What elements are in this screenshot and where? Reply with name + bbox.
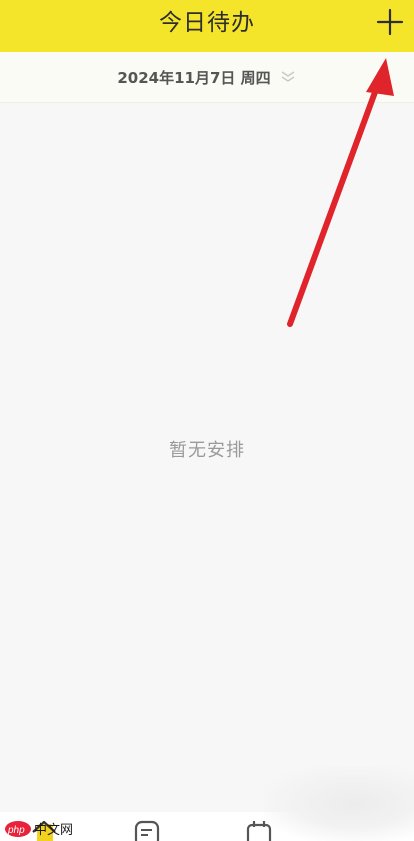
annotation-arrow xyxy=(287,58,394,327)
date-label: 2024年11月7日 周四 xyxy=(117,68,271,87)
site-watermark-logo: php 中文网 xyxy=(5,821,73,838)
date-selector[interactable]: 2024年11月7日 周四 xyxy=(0,52,414,102)
svg-text:中文网: 中文网 xyxy=(34,823,73,838)
double-chevron-down-icon xyxy=(281,71,295,82)
add-task-button[interactable] xyxy=(372,4,408,40)
svg-text:php: php xyxy=(7,825,25,836)
notes-icon[interactable] xyxy=(132,818,164,841)
empty-state-message: 暂无安排 xyxy=(169,440,245,461)
date-bar: 2024年11月7日 周四 xyxy=(0,52,414,103)
app-screen: 今日待办 2024年11月7日 周四 暂无安排 php 中文网 xyxy=(0,0,414,841)
page-title: 今日待办 xyxy=(159,10,255,36)
top-bar: 今日待办 xyxy=(0,0,414,52)
plus-icon xyxy=(376,8,404,36)
blurred-area xyxy=(264,766,414,841)
